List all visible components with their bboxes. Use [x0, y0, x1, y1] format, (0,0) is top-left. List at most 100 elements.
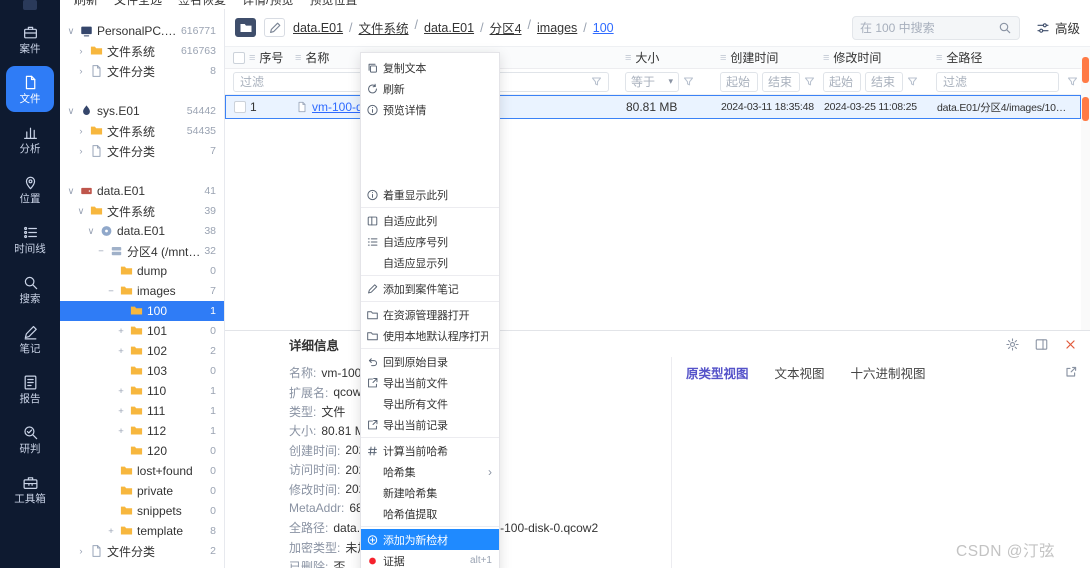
preview-tab[interactable]: 十六进制视图: [851, 363, 926, 382]
tree-node[interactable]: private 0: [60, 481, 224, 501]
tree-node[interactable]: 103 0: [60, 361, 224, 381]
search-input[interactable]: 在 100 中搜索: [851, 15, 1020, 40]
funnel-icon[interactable]: [907, 76, 918, 87]
modified-start-input[interactable]: 起始: [823, 71, 861, 92]
context-menu-item[interactable]: 计算当前哈希: [361, 440, 499, 461]
path-filter-input[interactable]: 过滤: [936, 71, 1059, 92]
created-start-input[interactable]: 起始: [720, 71, 758, 92]
tree-node[interactable]: − 分区4 (/mnt/p... 32: [60, 241, 224, 261]
context-menu-item[interactable]: 在资源管理器打开: [361, 304, 499, 325]
advanced-search-button[interactable]: 高级: [1036, 18, 1080, 37]
size-operator-select[interactable]: 等于 ▾: [625, 71, 679, 92]
expander-icon[interactable]: +: [116, 386, 126, 397]
context-menu-item[interactable]: 证据 alt+1: [361, 550, 499, 568]
nav-item[interactable]: 搜索: [6, 266, 54, 312]
tree-node[interactable]: dump 0: [60, 261, 224, 281]
context-menu-item[interactable]: 使用本地默认程序打开: [361, 325, 499, 346]
funnel-icon[interactable]: [591, 76, 602, 87]
funnel-icon[interactable]: [1067, 76, 1078, 87]
toolbar-button[interactable]: 详情/预览: [242, 0, 293, 9]
panel-icon[interactable]: [1034, 337, 1049, 352]
expander-icon[interactable]: +: [116, 426, 126, 437]
context-menu-item[interactable]: 着重显示此列: [361, 184, 499, 205]
tree-node[interactable]: 120 0: [60, 441, 224, 461]
tree-node[interactable]: › 文件系统 616763: [60, 41, 224, 61]
magnifier-icon[interactable]: [998, 21, 1012, 35]
expander-icon[interactable]: +: [116, 326, 126, 337]
tree-node[interactable]: 100 1: [60, 301, 224, 321]
context-menu-item[interactable]: 导出当前文件: [361, 372, 499, 393]
breadcrumb-link[interactable]: 分区4: [490, 18, 522, 37]
expander-icon[interactable]: ›: [76, 146, 86, 157]
expander-icon[interactable]: ›: [76, 126, 86, 137]
context-menu-item[interactable]: 导出所有文件: [361, 393, 499, 414]
toolbar-button[interactable]: 文件全选: [114, 0, 162, 9]
edit-path-button[interactable]: [264, 18, 285, 37]
expander-icon[interactable]: ∨: [86, 226, 96, 237]
table-row[interactable]: 1 vm-100-disk-0.qcow2 80.81 MB 2024-03-1…: [225, 95, 1081, 119]
funnel-icon[interactable]: [804, 76, 815, 87]
tree-node[interactable]: + 111 1: [60, 401, 224, 421]
context-menu-item[interactable]: 新建哈希集: [361, 482, 499, 503]
tree-node[interactable]: › 文件分类 7: [60, 141, 224, 161]
tree-node[interactable]: + 112 1: [60, 421, 224, 441]
context-menu-item[interactable]: 哈希集: [361, 461, 499, 482]
context-menu-item[interactable]: 导出当前记录: [361, 414, 499, 435]
tree-node[interactable]: › 文件分类 2: [60, 541, 224, 561]
tree-node[interactable]: lost+found 0: [60, 461, 224, 481]
expander-icon[interactable]: ›: [76, 66, 86, 77]
funnel-icon[interactable]: [683, 76, 694, 87]
tree-node[interactable]: − images 7: [60, 281, 224, 301]
nav-item[interactable]: 报告: [6, 366, 54, 412]
folder-view-button[interactable]: [235, 18, 256, 37]
context-menu-item[interactable]: 哈希值提取: [361, 503, 499, 524]
scrollbar-marker[interactable]: [1082, 97, 1089, 121]
created-end-input[interactable]: 结束: [762, 71, 800, 92]
preview-tab[interactable]: 文本视图: [775, 363, 825, 382]
expander-icon[interactable]: ∨: [66, 106, 76, 117]
tree-node[interactable]: snippets 0: [60, 501, 224, 521]
nav-item[interactable]: 笔记: [6, 316, 54, 362]
breadcrumb-link[interactable]: data.E01: [424, 21, 474, 35]
toolbar-button[interactable]: 刷新: [74, 0, 98, 9]
nav-item[interactable]: 案件: [6, 16, 54, 62]
expander-icon[interactable]: +: [116, 406, 126, 417]
tree-node[interactable]: ∨ PersonalPC.E01 616771: [60, 21, 224, 41]
context-menu-item[interactable]: 添加到案件笔记: [361, 278, 499, 299]
gear-icon[interactable]: [1005, 337, 1020, 352]
context-menu-item[interactable]: 自适应此列: [361, 210, 499, 231]
breadcrumb-link[interactable]: images: [537, 21, 577, 35]
nav-item[interactable]: 文件: [6, 66, 54, 112]
tree-node[interactable]: › 文件分类 8: [60, 61, 224, 81]
scrollbar-track[interactable]: [1081, 49, 1090, 330]
nav-item[interactable]: 分析: [6, 116, 54, 162]
tree-node[interactable]: + 102 2: [60, 341, 224, 361]
row-checkbox[interactable]: [234, 101, 246, 113]
expander-icon[interactable]: ›: [76, 46, 86, 57]
scrollbar-thumb[interactable]: [1082, 57, 1089, 83]
close-icon[interactable]: [1063, 337, 1078, 352]
tree-node[interactable]: ∨ 文件系统 39: [60, 201, 224, 221]
column-header[interactable]: ≡ 创建时间: [714, 49, 817, 66]
toolbar-button[interactable]: 预览位置: [309, 0, 357, 9]
breadcrumb-link[interactable]: 100: [593, 21, 614, 35]
expander-icon[interactable]: ∨: [66, 186, 76, 197]
preview-tab[interactable]: 原类型视图: [686, 363, 749, 382]
tree-node[interactable]: + 110 1: [60, 381, 224, 401]
column-header[interactable]: ≡ 序号: [225, 49, 289, 66]
expander-icon[interactable]: −: [96, 246, 106, 257]
breadcrumb-link[interactable]: 文件系统: [359, 18, 409, 37]
context-menu-item[interactable]: 复制文本: [361, 57, 499, 78]
nav-item[interactable]: 时间线: [6, 216, 54, 262]
nav-item[interactable]: 工具箱: [6, 466, 54, 512]
tree-node[interactable]: + 101 0: [60, 321, 224, 341]
tree-node[interactable]: ∨ data.E01 41: [60, 181, 224, 201]
tree-node[interactable]: › 文件系统 54435: [60, 121, 224, 141]
context-menu-item[interactable]: 添加为新检材: [361, 529, 499, 550]
context-menu-item[interactable]: 自适应显示列: [361, 252, 499, 273]
context-menu-item[interactable]: 预览详情: [361, 99, 499, 120]
context-menu-item[interactable]: 刷新: [361, 78, 499, 99]
modified-end-input[interactable]: 结束: [865, 71, 903, 92]
expander-icon[interactable]: ∨: [66, 26, 76, 37]
nav-item[interactable]: 位置: [6, 166, 54, 212]
